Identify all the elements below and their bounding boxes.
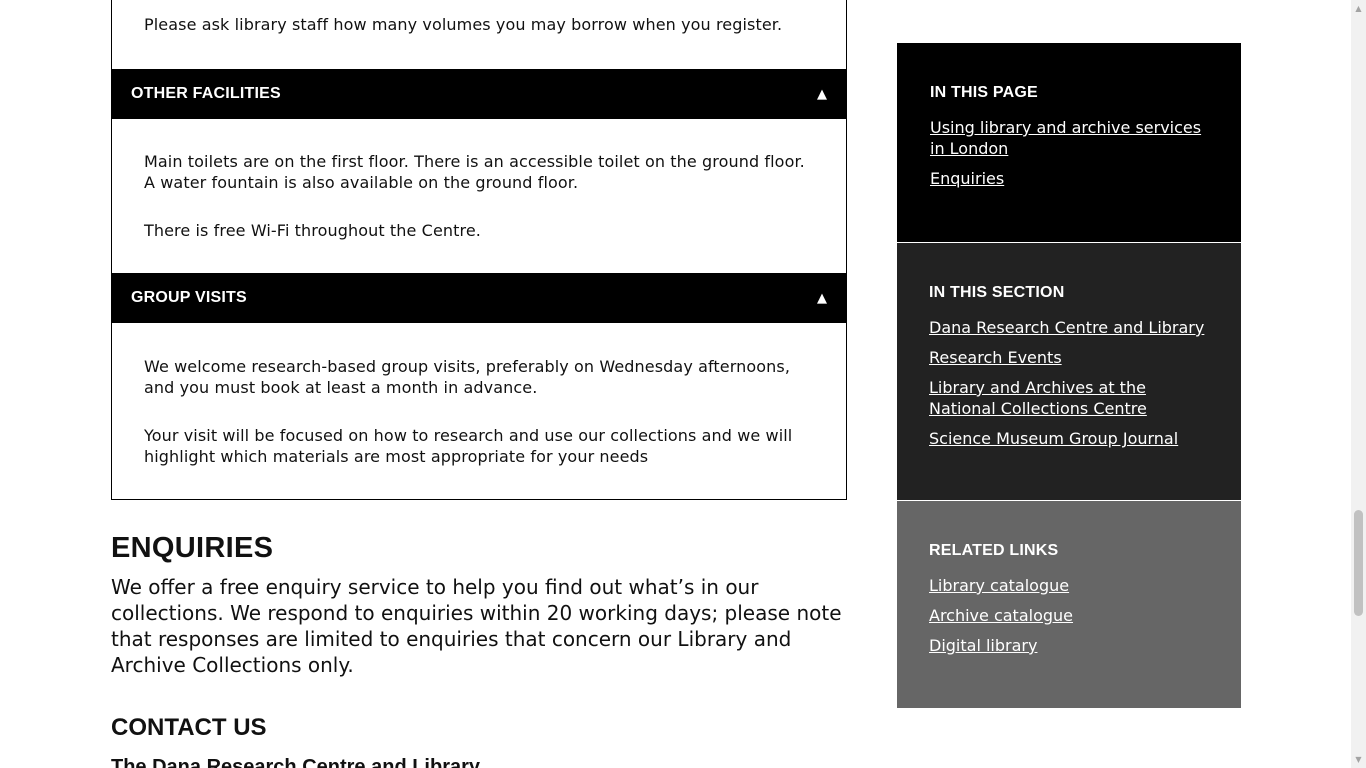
borrowing-text: Please ask library staff how many volume… bbox=[144, 15, 783, 34]
in-this-section-box: IN THIS SECTION Dana Research Centre and… bbox=[897, 242, 1241, 500]
related-links-heading: RELATED LINKS bbox=[929, 542, 1059, 559]
accordion-body-other-facilities: Main toilets are on the first floor. The… bbox=[111, 119, 847, 273]
accordion-header-other-facilities[interactable]: OTHER FACILITIES ▲ bbox=[111, 69, 847, 119]
contact-heading: CONTACT US bbox=[111, 714, 267, 741]
sidebar-link-digital-library[interactable]: Digital library bbox=[929, 635, 1209, 656]
group-visits-paragraph: Your visit will be focused on how to res… bbox=[144, 426, 793, 466]
sidebar-link-research-events[interactable]: Research Events bbox=[929, 347, 1209, 368]
facilities-paragraph: Main toilets are on the first floor. The… bbox=[144, 152, 805, 192]
sidebar-link-dana-research[interactable]: Dana Research Centre and Library bbox=[929, 317, 1209, 338]
in-this-section-heading: IN THIS SECTION bbox=[929, 284, 1065, 301]
sidebar-link-archive-catalogue[interactable]: Archive catalogue bbox=[929, 605, 1209, 626]
enquiries-heading: ENQUIRIES bbox=[111, 532, 274, 564]
accordion: Please ask library staff how many volume… bbox=[111, 0, 847, 500]
sidebar-link-journal[interactable]: Science Museum Group Journal bbox=[929, 428, 1209, 449]
collapse-arrow-icon: ▲ bbox=[817, 290, 827, 306]
sidebar-link-using-library[interactable]: Using library and archive services in Lo… bbox=[930, 117, 1209, 159]
facilities-paragraph: There is free Wi-Fi throughout the Centr… bbox=[144, 221, 481, 240]
contact-subheading: The Dana Research Centre and Library bbox=[111, 756, 481, 768]
vertical-scrollbar[interactable]: ▲ ▼ bbox=[1351, 0, 1366, 768]
enquiries-section: ENQUIRIES We offer a free enquiry servic… bbox=[111, 530, 847, 678]
collapse-arrow-icon: ▲ bbox=[817, 86, 827, 102]
accordion-title: OTHER FACILITIES bbox=[131, 85, 281, 102]
in-this-page-heading: IN THIS PAGE bbox=[930, 84, 1038, 101]
scroll-up-icon[interactable]: ▲ bbox=[1351, 0, 1366, 17]
sidebar-link-national-collections[interactable]: Library and Archives at the National Col… bbox=[929, 377, 1209, 419]
accordion-body-borrowing: Please ask library staff how many volume… bbox=[111, 0, 847, 69]
sidebar-link-enquiries[interactable]: Enquiries bbox=[930, 168, 1209, 189]
related-links-box: RELATED LINKS Library catalogue Archive … bbox=[897, 500, 1241, 708]
sidebar-link-library-catalogue[interactable]: Library catalogue bbox=[929, 575, 1209, 596]
scrollbar-thumb[interactable] bbox=[1354, 510, 1363, 616]
scroll-down-icon[interactable]: ▼ bbox=[1351, 751, 1366, 768]
in-this-page-box: IN THIS PAGE Using library and archive s… bbox=[897, 43, 1241, 242]
accordion-title: GROUP VISITS bbox=[131, 289, 247, 306]
accordion-body-group-visits: We welcome research-based group visits, … bbox=[111, 323, 847, 500]
page: Please ask library staff how many volume… bbox=[0, 0, 1366, 768]
sidebar: IN THIS PAGE Using library and archive s… bbox=[897, 43, 1241, 708]
group-visits-paragraph: We welcome research-based group visits, … bbox=[144, 357, 791, 397]
accordion-header-group-visits[interactable]: GROUP VISITS ▲ bbox=[111, 273, 847, 323]
enquiries-text: We offer a free enquiry service to help … bbox=[111, 575, 842, 677]
contact-section: CONTACT US The Dana Research Centre and … bbox=[111, 712, 847, 768]
